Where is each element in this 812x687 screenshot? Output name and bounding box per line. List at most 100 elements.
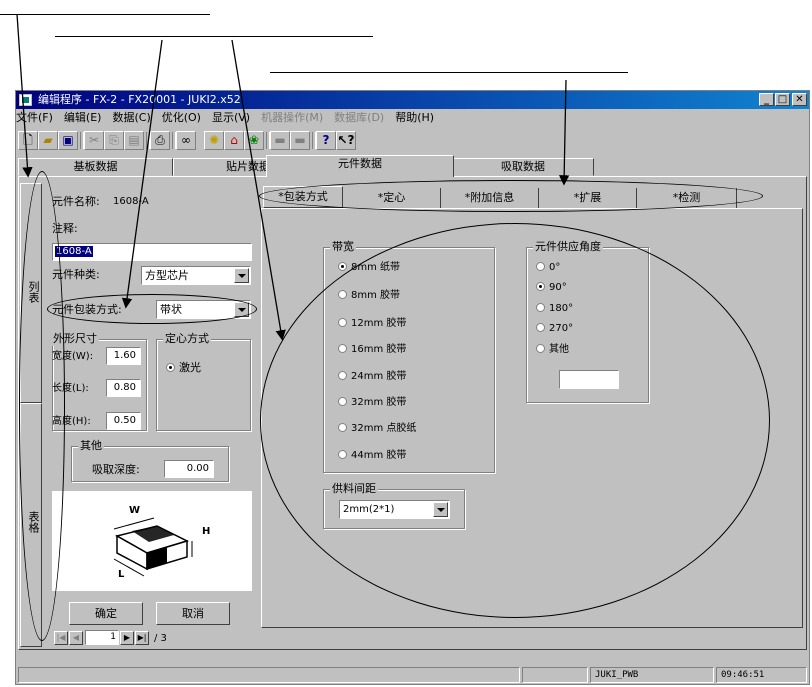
menu-edit[interactable]: 编辑(E) xyxy=(64,111,102,124)
minimize-button[interactable]: _ xyxy=(759,93,774,106)
print-icon[interactable]: ⎙ xyxy=(150,131,170,150)
tape-width-option[interactable]: 32mm 点胶纸 xyxy=(338,422,416,435)
other-title: 其他 xyxy=(78,439,104,453)
length-input[interactable]: 0.80 xyxy=(106,379,141,397)
radio-icon xyxy=(536,323,545,332)
feed-angle-option[interactable]: 其他 xyxy=(536,343,569,356)
chevron-down-icon[interactable] xyxy=(234,268,249,283)
radio-selected-icon xyxy=(166,363,175,372)
tape-width-option-label: 8mm 纸带 xyxy=(351,262,401,273)
tab-pick-data[interactable]: 吸取数据 xyxy=(452,158,594,176)
feed-angle-option-label: 180° xyxy=(549,303,574,314)
save-icon[interactable]: ▣ xyxy=(58,131,78,150)
radio-icon xyxy=(338,371,347,380)
part-name-value: 1608-A xyxy=(113,196,149,207)
title-bar: 编辑程序 - FX-2 - FX20001 - JUKI2.x52 _ □ ✕ xyxy=(16,91,809,109)
subtab-package[interactable]: *包装方式 xyxy=(263,186,343,208)
tape-width-option[interactable]: 32mm 胶带 xyxy=(338,396,406,409)
window-title: 编辑程序 - FX-2 - FX20001 - JUKI2.x52 xyxy=(38,93,241,106)
annotation-line-2 xyxy=(55,36,373,37)
tape-width-option[interactable]: 8mm 胶带 xyxy=(338,289,400,302)
feed-angle-other-input[interactable] xyxy=(559,370,619,389)
part-type-select[interactable]: 方型芯片 xyxy=(141,266,251,285)
package-select[interactable]: 带状 xyxy=(156,300,251,319)
copy-icon[interactable]: ⎘ xyxy=(104,131,124,150)
align-left-icon[interactable]: ▬ xyxy=(270,131,290,150)
tape-width-group: 带宽 xyxy=(323,240,495,473)
pick-depth-input[interactable]: 0.00 xyxy=(164,460,214,478)
maximize-button[interactable]: □ xyxy=(775,93,790,106)
status-machine: JUKI_PWB xyxy=(590,667,714,683)
feed-angle-title: 元件供应角度 xyxy=(533,240,603,254)
chip-diagram-icon xyxy=(113,517,193,577)
next-page-button[interactable]: ▶ xyxy=(120,631,134,645)
subtab-inspection[interactable]: *检测 xyxy=(637,188,737,208)
ok-button[interactable]: 确定 xyxy=(69,602,143,625)
close-button[interactable]: ✕ xyxy=(792,93,807,106)
cancel-button[interactable]: 取消 xyxy=(156,602,230,625)
sub-tabs: *包装方式 *定心 *附加信息 *扩展 *检测 xyxy=(263,186,763,208)
menu-database[interactable]: 数据库(D) xyxy=(334,111,384,124)
height-input[interactable]: 0.50 xyxy=(106,412,141,430)
center-method-group: 定心方式 xyxy=(156,332,251,431)
width-input[interactable]: 1.60 xyxy=(106,347,141,365)
feed-pitch-select[interactable]: 2mm(2*1) xyxy=(339,500,450,519)
menu-machine[interactable]: 机器操作(M) xyxy=(261,111,323,124)
comment-input[interactable]: 1608-A xyxy=(52,243,252,261)
tape-width-option[interactable]: 16mm 胶带 xyxy=(338,343,406,356)
feed-angle-option[interactable]: 270° xyxy=(536,322,573,335)
center-laser-radio[interactable]: 激光 xyxy=(166,361,201,374)
status-message xyxy=(18,667,520,683)
cut-icon[interactable]: ✂ xyxy=(84,131,104,150)
radio-selected-icon xyxy=(338,262,347,271)
menu-file[interactable]: 文件(F) xyxy=(16,111,53,124)
last-page-button[interactable]: ▶| xyxy=(135,631,149,645)
first-page-button[interactable]: |◀ xyxy=(54,631,68,645)
feed-angle-option[interactable]: 180° xyxy=(536,302,573,315)
tape-width-option[interactable]: 24mm 胶带 xyxy=(338,370,406,383)
chevron-down-icon[interactable] xyxy=(234,302,249,317)
tape-width-option-label: 8mm 胶带 xyxy=(351,290,401,301)
menu-view[interactable]: 显示(V) xyxy=(212,111,250,124)
tree-icon[interactable]: ❀ xyxy=(244,131,264,150)
tape-width-option[interactable]: 8mm 纸带 xyxy=(338,261,400,274)
prev-page-button[interactable]: ◀ xyxy=(69,631,83,645)
feed-angle-option-label: 0° xyxy=(549,262,561,273)
tape-width-title: 带宽 xyxy=(330,240,356,254)
package-label: 元件包装方式: xyxy=(52,303,122,316)
network-icon[interactable]: ⌂ xyxy=(224,131,244,150)
annotation-line-3 xyxy=(270,72,628,73)
subtab-extension[interactable]: *扩展 xyxy=(539,188,637,208)
open-folder-icon[interactable]: ▰ xyxy=(38,131,58,150)
tape-width-option[interactable]: 12mm 胶带 xyxy=(338,317,406,330)
menu-data[interactable]: 数据(C) xyxy=(112,111,150,124)
new-file-icon[interactable]: 🗋 xyxy=(18,131,38,150)
menu-optimize[interactable]: 优化(O) xyxy=(162,111,201,124)
chevron-down-icon[interactable] xyxy=(433,502,448,517)
feed-angle-option[interactable]: 0° xyxy=(536,261,560,274)
paste-icon[interactable]: ▤ xyxy=(124,131,144,150)
app-window: 编辑程序 - FX-2 - FX20001 - JUKI2.x52 _ □ ✕ … xyxy=(15,90,810,685)
tab-board-data[interactable]: 基板数据 xyxy=(18,158,173,176)
diagram-w-label: W xyxy=(129,505,141,516)
center-method-title: 定心方式 xyxy=(163,332,211,346)
context-help-icon[interactable]: ↖? xyxy=(336,131,356,150)
page-input[interactable]: 1 xyxy=(85,630,119,645)
subtab-additional-info[interactable]: *附加信息 xyxy=(441,188,539,208)
annotation-line-1 xyxy=(0,14,210,15)
align-right-icon[interactable]: ▬ xyxy=(290,131,310,150)
height-label: 高度(H): xyxy=(52,416,91,427)
tape-width-option[interactable]: 44mm 胶带 xyxy=(338,449,406,462)
tape-width-option-label: 32mm 胶带 xyxy=(351,397,407,408)
help-icon[interactable]: ? xyxy=(316,131,336,150)
find-icon[interactable]: ∞ xyxy=(176,131,196,150)
lightbulb-icon[interactable]: ✺ xyxy=(204,131,224,150)
toolbar: 🗋 ▰ ▣ ✂ ⎘ ▤ ⎙ ∞ ✺ ⌂ ❀ ▬ ▬ ? ↖? xyxy=(16,129,809,153)
subtab-centering[interactable]: *定心 xyxy=(343,188,441,208)
feed-pitch-title: 供料间距 xyxy=(330,482,378,496)
feed-angle-option[interactable]: 90° xyxy=(536,281,567,294)
tab-part-data[interactable]: 元件数据 xyxy=(266,155,454,177)
menu-help[interactable]: 帮助(H) xyxy=(395,111,434,124)
main-tabs: 基板数据 贴片数据 元件数据 吸取数据 xyxy=(16,155,809,177)
part-diagram: W H L xyxy=(52,491,252,591)
